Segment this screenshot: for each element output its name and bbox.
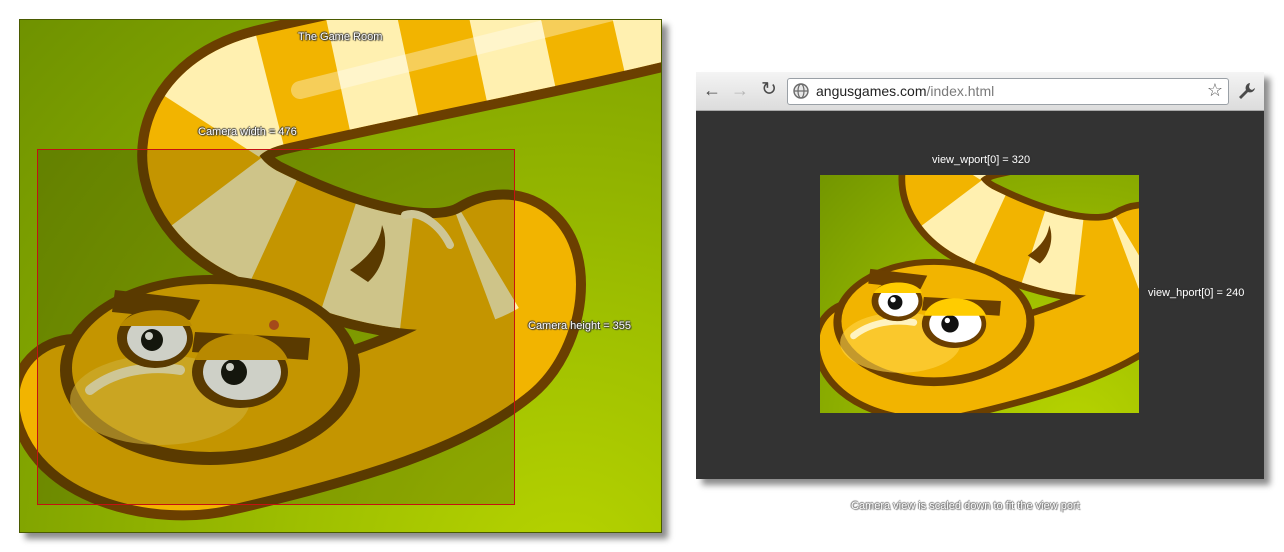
star-icon[interactable]: ☆ — [1207, 80, 1223, 101]
url-text: angusgames.com/index.html — [816, 83, 994, 99]
browser-window: ← → ↻ angusgames.com/index.html ☆ — [696, 72, 1264, 479]
camera-width-label: Camera width = 476 — [198, 126, 297, 138]
camera-height-label: Camera height = 355 — [528, 320, 632, 332]
viewport-width-label: view_wport[0] = 320 — [932, 154, 1031, 166]
camera-view-rectangle — [37, 149, 515, 505]
game-room: The Game Room Camera width = 476 Camera … — [19, 19, 662, 533]
viewport-height-label: view_hport[0] = 240 — [1148, 287, 1245, 299]
url-path: /index.html — [926, 83, 995, 99]
snake-illustration-scaled — [820, 175, 1139, 413]
forward-arrow-icon[interactable]: → — [729, 79, 751, 101]
back-arrow-icon[interactable]: ← — [701, 79, 723, 101]
reload-icon[interactable]: ↻ — [758, 79, 780, 101]
room-title: The Game Room — [298, 31, 383, 43]
browser-toolbar: ← → ↻ angusgames.com/index.html ☆ — [696, 72, 1264, 111]
game-viewport — [820, 175, 1139, 413]
address-bar[interactable]: angusgames.com/index.html ☆ — [787, 78, 1229, 105]
wrench-icon[interactable] — [1236, 80, 1258, 102]
caption: Camera view is scaled down to fit the vi… — [851, 500, 1080, 512]
url-host: angusgames.com — [816, 83, 927, 99]
globe-icon — [793, 83, 809, 99]
